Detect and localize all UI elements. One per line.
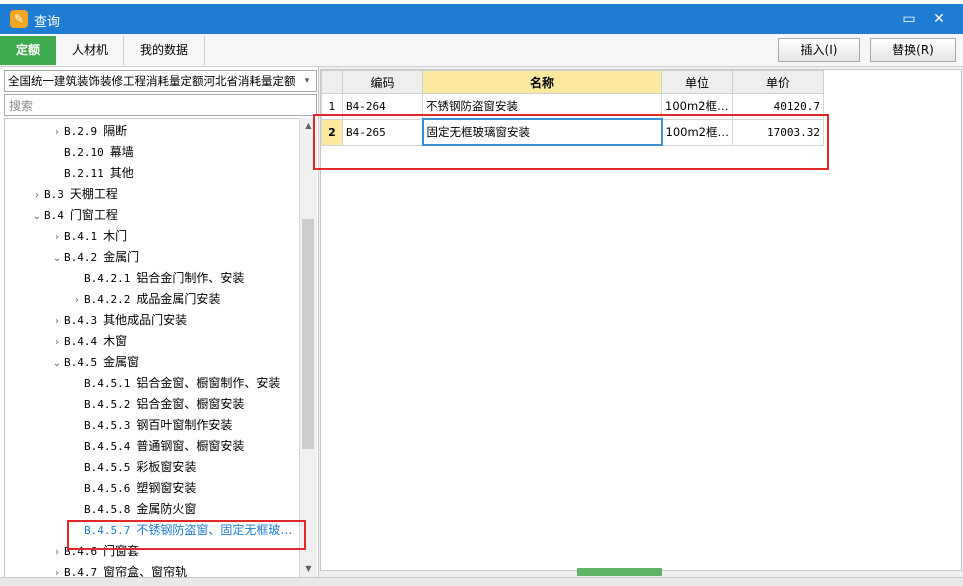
tree-item-code: B.3 bbox=[44, 188, 64, 201]
expand-icon[interactable]: › bbox=[50, 542, 64, 563]
tree-item[interactable]: › B.4.3 其他成品门安装 bbox=[50, 310, 187, 331]
tree-item-label: 铝合金窗、橱窗安装 bbox=[136, 397, 245, 411]
tree-item[interactable]: B.4.5.6 塑钢窗安装 bbox=[70, 478, 196, 499]
tree-item-label: 铝合金窗、橱窗制作、安装 bbox=[136, 376, 281, 390]
tree-item-code: B.4.1 bbox=[64, 230, 98, 243]
tree-item-code: B.4.5.1 bbox=[84, 377, 131, 390]
tree-item[interactable]: B.4.5.3 钢百叶窗制作安装 bbox=[70, 415, 232, 436]
chapter-tree: › B.2.9 隔断 B.2.10 幕墙 B.2.11 其他 › B.3 天棚工程 ⌄ B.4 门窗工程… bbox=[4, 118, 300, 579]
tree-item-label: 其他 bbox=[109, 166, 134, 180]
tab-bar: 定额 人材机 我的数据 插入(I) 替换(R) bbox=[0, 34, 963, 67]
app-logo-icon: ✎ bbox=[10, 10, 28, 28]
splitter-handle[interactable] bbox=[577, 568, 662, 576]
tree-item[interactable]: B.4.5.1 铝合金窗、橱窗制作、安装 bbox=[70, 373, 280, 394]
tree-item-code: B.4.5.2 bbox=[84, 398, 131, 411]
grid-header-code[interactable]: 编码 bbox=[342, 70, 423, 94]
tree-item-label: 金属防火窗 bbox=[136, 502, 197, 516]
expand-icon[interactable]: › bbox=[30, 185, 44, 206]
tree-item[interactable]: › B.4.2.2 成品金属门安装 bbox=[70, 289, 220, 310]
tree-item-label: 铝合金门制作、安装 bbox=[136, 271, 245, 285]
replace-button[interactable]: 替换(R) bbox=[870, 38, 956, 62]
tree-item[interactable]: B.4.5.4 普通钢窗、橱窗安装 bbox=[70, 436, 244, 457]
tree-item[interactable]: B.4.5.8 金属防火窗 bbox=[70, 499, 196, 520]
tree-item-label: 天棚工程 bbox=[69, 187, 118, 201]
tree-item-code: B.4.5.8 bbox=[84, 503, 131, 516]
tree-item-code: B.2.9 bbox=[64, 125, 98, 138]
tree-item-code: B.4.5.4 bbox=[84, 440, 131, 453]
tree-item-code: B.4.2.2 bbox=[84, 293, 131, 306]
tree-item-label: 普通钢窗、橱窗安装 bbox=[136, 439, 245, 453]
expand-icon[interactable]: › bbox=[50, 332, 64, 353]
tree-item-code: B.2.11 bbox=[64, 167, 104, 180]
highlight-box-tree-item bbox=[67, 520, 306, 550]
tab-quota[interactable]: 定额 bbox=[0, 36, 56, 65]
tree-item[interactable]: B.2.10 幕墙 bbox=[50, 142, 134, 163]
scrollbar-thumb[interactable] bbox=[302, 219, 314, 449]
tree-item[interactable]: B.4.5.2 铝合金窗、橱窗安装 bbox=[70, 394, 244, 415]
tree-item[interactable]: ⌄ B.4.5 金属窗 bbox=[50, 352, 139, 373]
tree-item-label: 其他成品门安装 bbox=[103, 313, 188, 327]
window-title: 查询 bbox=[34, 15, 61, 30]
grid-header-price[interactable]: 单价 bbox=[731, 70, 824, 94]
tree-item-code: B.4.3 bbox=[64, 314, 98, 327]
tree-item-label: 金属窗 bbox=[103, 355, 140, 369]
grid-header-row: 编码 名称 单位 单价 bbox=[321, 70, 824, 94]
left-panel: 全国统一建筑装饰装修工程消耗量定额河北省消耗量定额 ▾ 搜索 › B.2.9 隔断 B… bbox=[0, 67, 319, 579]
tree-item-label: 木门 bbox=[103, 229, 128, 243]
tree-item[interactable]: › B.4.1 木门 bbox=[50, 226, 127, 247]
tree-item-label: 金属门 bbox=[103, 250, 140, 264]
collapse-icon[interactable]: ⌄ bbox=[30, 206, 44, 227]
tree-item-code: B.4.5 bbox=[64, 356, 98, 369]
tree-item[interactable]: › B.3 天棚工程 bbox=[30, 184, 118, 205]
tree-item[interactable]: B.4.5.5 彩板窗安装 bbox=[70, 457, 196, 478]
chevron-down-icon: ▾ bbox=[304, 76, 310, 86]
tree-item-code: B.4.2 bbox=[64, 251, 98, 264]
tree-item[interactable]: ⌄ B.4 门窗工程 bbox=[30, 205, 118, 226]
collapse-icon[interactable]: ⌄ bbox=[50, 248, 64, 269]
tab-my-data[interactable]: 我的数据 bbox=[124, 36, 205, 65]
maximize-icon[interactable]: ▭ bbox=[898, 9, 920, 29]
tree-item-code: B.4.4 bbox=[64, 335, 98, 348]
tree-item-code: B.4.5.3 bbox=[84, 419, 131, 432]
tree-item[interactable]: B.2.11 其他 bbox=[50, 163, 134, 184]
tree-item-code: B.4.2.1 bbox=[84, 272, 131, 285]
tree-item[interactable]: › B.2.9 隔断 bbox=[50, 121, 127, 142]
tree-scrollbar[interactable]: ▲ ▼ bbox=[299, 118, 317, 577]
tree-item-label: 成品金属门安装 bbox=[136, 292, 221, 306]
collapse-icon[interactable]: ⌄ bbox=[50, 353, 64, 374]
tree-item-label: 塑钢窗安装 bbox=[136, 481, 197, 495]
tree-item[interactable]: ⌄ B.4.2 金属门 bbox=[50, 247, 139, 268]
tree-item-label: 隔断 bbox=[103, 124, 128, 138]
quota-library-value: 全国统一建筑装饰装修工程消耗量定额河北省消耗量定额 bbox=[8, 74, 296, 88]
expand-icon[interactable]: › bbox=[50, 311, 64, 332]
tree-item-label: 彩板窗安装 bbox=[136, 460, 197, 474]
search-placeholder: 搜索 bbox=[9, 99, 34, 113]
tree-item-code: B.4 bbox=[44, 209, 64, 222]
search-input[interactable]: 搜索 bbox=[4, 94, 317, 116]
expand-icon[interactable]: › bbox=[50, 227, 64, 248]
grid-header-name[interactable]: 名称 bbox=[422, 70, 662, 94]
tree-item-label: 幕墙 bbox=[109, 145, 134, 159]
tree-item-code: B.2.10 bbox=[64, 146, 104, 159]
tree-item-label: 钢百叶窗制作安装 bbox=[136, 418, 233, 432]
close-icon[interactable]: ✕ bbox=[928, 9, 950, 29]
grid-header-rownum bbox=[321, 70, 343, 94]
tree-item-code: B.4.5.5 bbox=[84, 461, 131, 474]
highlight-box-grid-row bbox=[313, 114, 829, 170]
tree-item-code: B.4.5.6 bbox=[84, 482, 131, 495]
quota-library-select[interactable]: 全国统一建筑装饰装修工程消耗量定额河北省消耗量定额 ▾ bbox=[4, 70, 317, 92]
tab-labor-material-machine[interactable]: 人材机 bbox=[57, 36, 124, 65]
grid-header-unit[interactable]: 单位 bbox=[661, 70, 733, 94]
scroll-down-icon[interactable]: ▼ bbox=[300, 561, 317, 577]
tree-item-label: 门窗工程 bbox=[69, 208, 118, 222]
tree-item[interactable]: B.4.2.1 铝合金门制作、安装 bbox=[70, 268, 244, 289]
expand-icon[interactable]: › bbox=[70, 290, 84, 311]
tree-item[interactable]: › B.4.4 木窗 bbox=[50, 331, 127, 352]
expand-icon[interactable]: › bbox=[50, 122, 64, 143]
tree-item-label: 木窗 bbox=[103, 334, 128, 348]
insert-button[interactable]: 插入(I) bbox=[778, 38, 860, 62]
title-bar: ✎ 查询 ▭ ✕ bbox=[0, 4, 963, 34]
